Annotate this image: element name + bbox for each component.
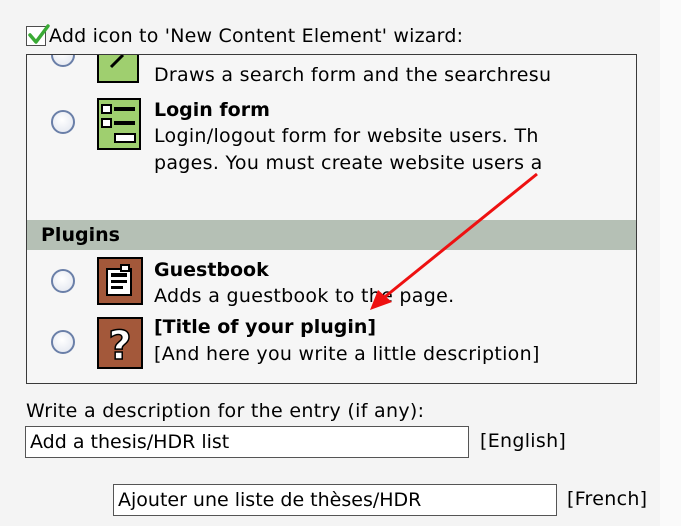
search-form-description: Draws a search form and the searchresu — [154, 64, 552, 86]
wizard-checkbox-label: Add icon to 'New Content Element' wizard… — [49, 25, 464, 47]
wizard-checkbox[interactable] — [26, 24, 50, 46]
content-element-list[interactable]: Draws a search form and the searchresu L… — [26, 54, 637, 384]
login-form-description-line-1: Login/logout form for website users. Th — [154, 125, 539, 147]
list-item[interactable]: Guestbook Adds a guestbook to the page. — [27, 254, 636, 312]
your-plugin-title: [Title of your plugin] — [154, 316, 377, 338]
right-margin — [660, 0, 681, 526]
search-form-icon — [97, 55, 139, 83]
login-form-icon — [97, 98, 141, 150]
english-description-input[interactable] — [25, 426, 469, 458]
guestbook-icon — [97, 257, 143, 305]
guestbook-description: Adds a guestbook to the page. — [154, 285, 455, 307]
french-description-input[interactable] — [113, 484, 557, 516]
french-language-label: [French] — [567, 488, 648, 510]
svg-text:?: ? — [108, 323, 131, 367]
your-plugin-description: [And here you write a little description… — [154, 343, 540, 365]
list-item[interactable]: Login form Login/logout form for website… — [27, 93, 636, 183]
login-form-description-line-2: pages. You must create website users a — [154, 152, 543, 174]
list-item[interactable]: ? [Title of your plugin] [And here you w… — [27, 313, 636, 379]
plugins-section-header: Plugins — [27, 220, 636, 250]
guestbook-title: Guestbook — [154, 259, 269, 281]
description-label: Write a description for the entry (if an… — [26, 400, 425, 422]
your-plugin-radio[interactable] — [51, 330, 75, 354]
list-item[interactable]: Draws a search form and the searchresu — [27, 55, 636, 95]
checkmark-icon — [28, 24, 50, 44]
question-mark-icon: ? — [97, 317, 143, 370]
login-form-title: Login form — [154, 99, 270, 121]
english-language-label: [English] — [480, 430, 567, 452]
guestbook-radio[interactable] — [51, 269, 75, 293]
login-form-radio[interactable] — [51, 110, 75, 134]
search-form-radio[interactable] — [51, 55, 75, 67]
wizard-checkbox-row: Add icon to 'New Content Element' wizard… — [26, 22, 463, 50]
